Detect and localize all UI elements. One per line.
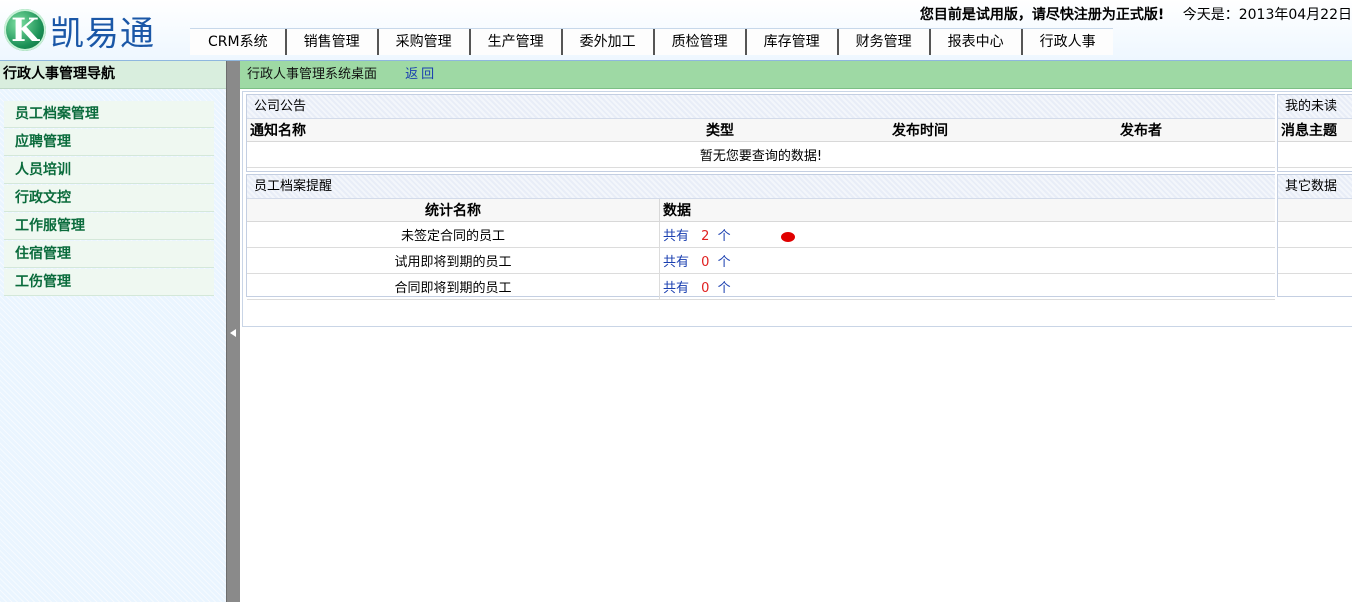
stat-value[interactable]: 共有 0 个 xyxy=(659,273,1275,300)
nav-inventory[interactable]: 库存管理 xyxy=(747,29,839,55)
col-notice-name: 通知名称 xyxy=(247,119,703,142)
stat-count: 0 xyxy=(701,281,710,296)
sidebar-item-housing[interactable]: 住宿管理 xyxy=(4,241,214,268)
stat-value[interactable]: 共有 0 个 xyxy=(659,247,1275,274)
alert-dot-icon xyxy=(780,231,795,242)
sidebar-item-training[interactable]: 人员培训 xyxy=(4,157,214,184)
sidebar-item-work-injury[interactable]: 工伤管理 xyxy=(4,269,214,296)
sidebar-title: 行政人事管理导航 xyxy=(0,61,226,89)
logo-k-icon: K xyxy=(4,9,46,51)
other-data-panel: 其它数据 xyxy=(1277,174,1352,297)
sidebar-menu: 员工档案管理 应聘管理 人员培训 行政文控 工作服管理 住宿管理 工伤管理 xyxy=(0,101,226,296)
announcements-title: 公司公告 xyxy=(247,95,1275,119)
announcements-panel: 公司公告 通知名称 类型 发布时间 发布者 暂无您要查询的数据! xyxy=(246,94,1275,172)
today-label: 今天是： xyxy=(1182,7,1239,23)
table-row: 未签定合同的员工 共有 2 个 xyxy=(247,221,1275,248)
nav-quality[interactable]: 质检管理 xyxy=(655,29,747,55)
table-header-row: 通知名称 类型 发布时间 发布者 xyxy=(247,119,1275,142)
top-header: K 凯易通 您目前是试用版，请尽快注册为正式版! 今天是：2013年04月22日… xyxy=(0,0,1352,61)
unread-title: 我的未读 xyxy=(1278,95,1352,119)
stat-value[interactable]: 共有 2 个 xyxy=(659,221,1275,248)
other-data-title: 其它数据 xyxy=(1278,175,1352,199)
nav-finance[interactable]: 财务管理 xyxy=(839,29,931,55)
stat-name: 合同即将到期的员工 xyxy=(247,273,660,300)
collapse-arrow-icon[interactable] xyxy=(230,329,236,337)
table-header-row: 消息主题 xyxy=(1278,119,1352,142)
col-publisher: 发布者 xyxy=(1117,119,1275,142)
nav-hr-admin[interactable]: 行政人事 xyxy=(1023,29,1113,55)
nav-reports[interactable]: 报表中心 xyxy=(931,29,1023,55)
stat-name: 未签定合同的员工 xyxy=(247,221,660,248)
table-row: 试用即将到期的员工 共有 0 个 xyxy=(247,247,1275,274)
main-content: 行政人事管理系统桌面 返回 公司公告 通知名称 类型 发布时间 发布者 暂无您要… xyxy=(240,61,1352,602)
page-title: 行政人事管理系统桌面 xyxy=(247,67,378,82)
stat-count: 2 xyxy=(701,229,710,244)
col-publish-time: 发布时间 xyxy=(889,119,1117,142)
sidebar: 行政人事管理导航 员工档案管理 应聘管理 人员培训 行政文控 工作服管理 住宿管… xyxy=(0,61,226,602)
today-date: 2013年04月22日 xyxy=(1238,7,1352,23)
announcements-table: 通知名称 类型 发布时间 发布者 暂无您要查询的数据! xyxy=(247,119,1275,168)
app-logo: K 凯易通 xyxy=(4,8,155,54)
nav-production[interactable]: 生产管理 xyxy=(471,29,563,55)
trial-notice: 您目前是试用版，请尽快注册为正式版! xyxy=(919,7,1165,23)
col-type: 类型 xyxy=(703,119,889,142)
reminders-title: 员工档案提醒 xyxy=(247,175,1275,199)
table-row: 暂无您要查询的数据! xyxy=(247,141,1275,168)
col-data: 数据 xyxy=(659,199,1275,222)
sidebar-item-recruitment[interactable]: 应聘管理 xyxy=(4,129,214,156)
nav-purchase[interactable]: 采购管理 xyxy=(379,29,471,55)
back-link[interactable]: 返回 xyxy=(405,67,437,82)
table-header-row: 统计名称 数据 xyxy=(247,199,1275,222)
main-nav: CRM系统 销售管理 采购管理 生产管理 委外加工 质检管理 库存管理 财务管理… xyxy=(190,28,1113,55)
empty-message: 暂无您要查询的数据! xyxy=(247,141,1275,168)
logo-text: 凯易通 xyxy=(50,13,155,54)
unread-panel: 我的未读 消息主题 xyxy=(1277,94,1352,172)
desktop-frame: 公司公告 通知名称 类型 发布时间 发布者 暂无您要查询的数据! 我的未读 消息… xyxy=(242,91,1352,327)
nav-outsourcing[interactable]: 委外加工 xyxy=(563,29,655,55)
sidebar-item-employee-records[interactable]: 员工档案管理 xyxy=(4,101,214,128)
reminders-panel: 员工档案提醒 统计名称 数据 未签定合同的员工 共有 2 个 试用即将到期的员工… xyxy=(246,174,1275,300)
sidebar-item-document-control[interactable]: 行政文控 xyxy=(4,185,214,212)
col-stat-name: 统计名称 xyxy=(247,199,660,222)
main-title-bar: 行政人事管理系统桌面 返回 xyxy=(240,61,1352,89)
nav-crm[interactable]: CRM系统 xyxy=(190,29,287,55)
unread-table: 消息主题 xyxy=(1278,119,1352,168)
sidebar-item-uniforms[interactable]: 工作服管理 xyxy=(4,213,214,240)
col-message-subject: 消息主题 xyxy=(1278,119,1352,142)
header-notice: 您目前是试用版，请尽快注册为正式版! 今天是：2013年04月22日 xyxy=(920,4,1352,24)
nav-sales[interactable]: 销售管理 xyxy=(287,29,379,55)
reminders-table: 统计名称 数据 未签定合同的员工 共有 2 个 试用即将到期的员工 共有 0 个… xyxy=(247,199,1275,300)
table-row: 合同即将到期的员工 共有 0 个 xyxy=(247,273,1275,300)
stat-name: 试用即将到期的员工 xyxy=(247,247,660,274)
stat-count: 0 xyxy=(701,255,710,270)
